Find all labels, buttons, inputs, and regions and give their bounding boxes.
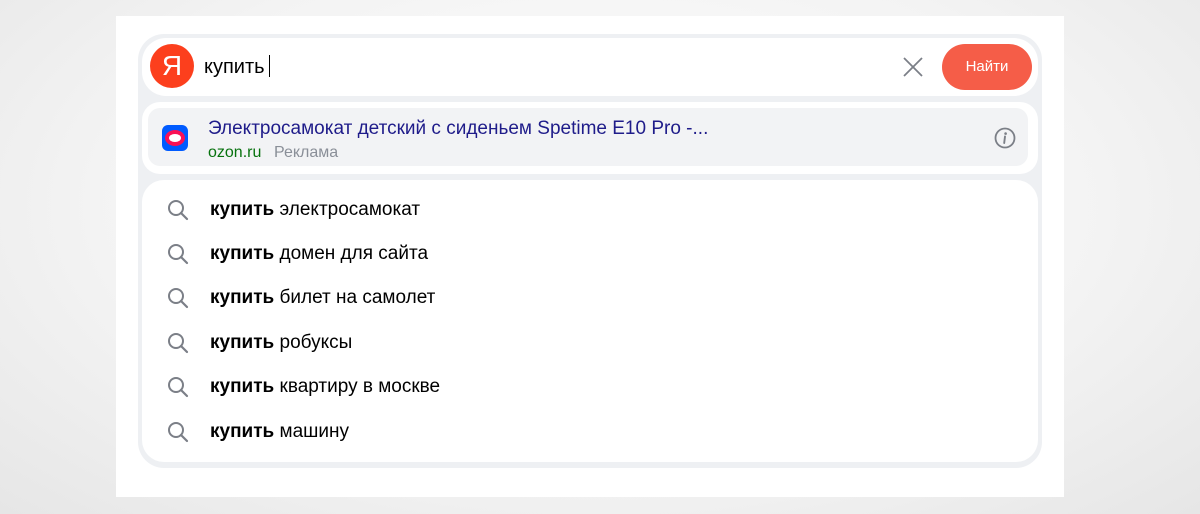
- search-bar[interactable]: Я купить Найти: [142, 38, 1038, 96]
- suggestion-item[interactable]: купить билет на самолет: [142, 276, 1038, 320]
- close-icon[interactable]: [902, 56, 924, 78]
- suggestion-item[interactable]: купить робуксы: [142, 321, 1038, 365]
- text-caret: [268, 55, 271, 77]
- search-query-text: купить: [204, 56, 265, 78]
- suggestion-bold: купить: [210, 421, 275, 442]
- suggestion-text: купить домен для сайта: [210, 242, 428, 266]
- ad-title-link[interactable]: Электросамокат детский с сиденьем Spetim…: [208, 118, 708, 140]
- suggestion-rest: домен для сайта: [279, 243, 429, 264]
- ad-panel: Электросамокат детский с сиденьем Spetim…: [142, 102, 1038, 174]
- suggestion-text: купить билет на самолет: [210, 286, 435, 310]
- ad-domain: ozon.ru: [208, 144, 262, 161]
- suggestion-bold: купить: [210, 199, 275, 220]
- search-icon: [168, 333, 189, 354]
- suggestion-item[interactable]: купить квартиру в москве: [142, 365, 1038, 409]
- suggestion-bold: купить: [210, 332, 275, 353]
- search-icon: [168, 244, 189, 265]
- suggestion-rest: квартиру в москве: [279, 376, 441, 397]
- info-icon[interactable]: [994, 127, 1016, 149]
- suggestion-item[interactable]: купить машину: [142, 410, 1038, 454]
- search-icon: [168, 377, 189, 398]
- suggestions-list: купить электросамокат купить домен для с…: [142, 180, 1038, 462]
- suggestion-item[interactable]: купить электросамокат: [142, 188, 1038, 232]
- suggestion-text: купить робуксы: [210, 331, 352, 355]
- search-input[interactable]: купить: [204, 54, 271, 80]
- yandex-logo[interactable]: Я: [150, 44, 194, 88]
- search-icon: [168, 200, 189, 221]
- ad-suggestion[interactable]: Электросамокат детский с сиденьем Spetim…: [148, 108, 1028, 166]
- suggestion-rest: робуксы: [279, 332, 353, 353]
- suggestion-rest: машину: [279, 421, 349, 442]
- suggestion-item[interactable]: купить домен для сайта: [142, 232, 1038, 276]
- ozon-logo-icon: [162, 125, 188, 151]
- suggestion-bold: купить: [210, 287, 275, 308]
- search-widget: Я купить Найти Электросамокат детский с …: [116, 16, 1064, 497]
- ad-label: Реклама: [274, 144, 339, 161]
- search-icon: [168, 288, 189, 309]
- suggestion-text: купить электросамокат: [210, 198, 420, 222]
- suggestion-rest: электросамокат: [279, 199, 421, 220]
- suggestion-bold: купить: [210, 376, 275, 397]
- search-icon: [168, 422, 189, 443]
- suggestion-text: купить квартиру в москве: [210, 375, 440, 399]
- suggestion-text: купить машину: [210, 420, 349, 444]
- suggestion-bold: купить: [210, 243, 275, 264]
- suggestion-rest: билет на самолет: [279, 287, 436, 308]
- find-button[interactable]: Найти: [942, 44, 1032, 90]
